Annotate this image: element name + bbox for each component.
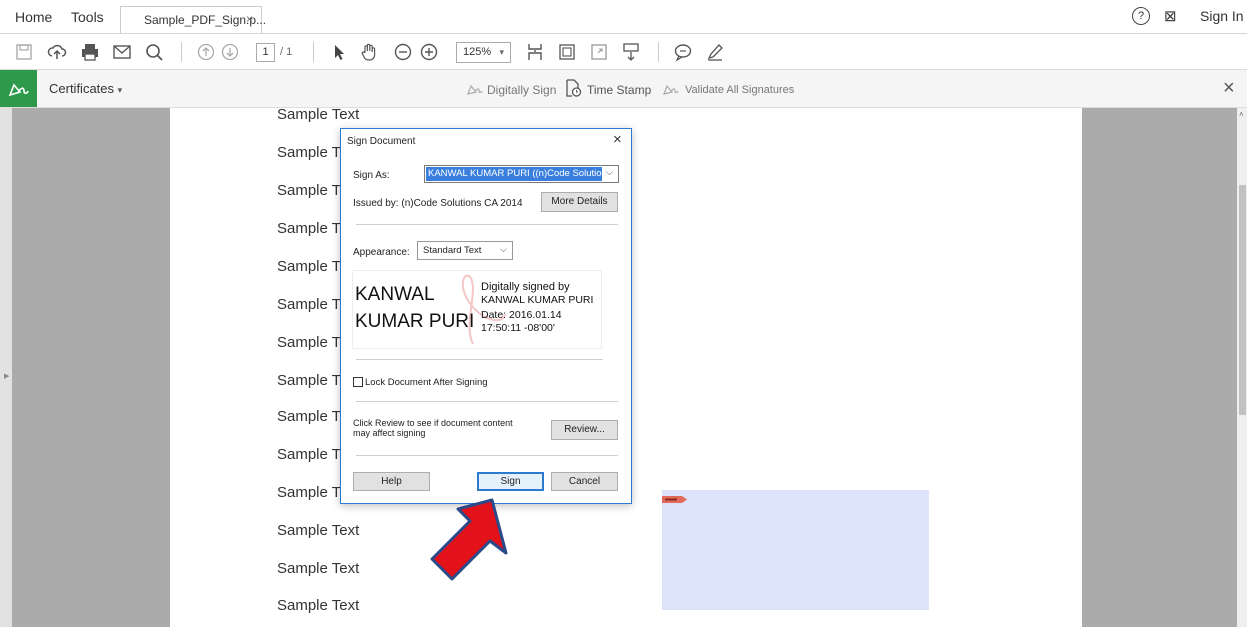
sign-button[interactable]: Sign xyxy=(477,472,544,491)
dialog-title: Sign Document xyxy=(347,136,416,147)
digital-sign-icon[interactable] xyxy=(466,79,484,97)
toolbar-divider xyxy=(181,42,182,62)
mobile-link-icon[interactable]: ⊠ xyxy=(1164,7,1177,25)
save-icon[interactable] xyxy=(13,41,35,63)
scroll-mode-icon[interactable] xyxy=(620,41,642,63)
sample-text-line: Sample T xyxy=(277,182,341,199)
sample-text-line: Sample Text xyxy=(277,522,360,539)
home-tab[interactable]: Home xyxy=(15,9,52,25)
sign-in-link[interactable]: Sign In xyxy=(1200,8,1244,24)
select-cursor-icon[interactable] xyxy=(328,41,350,63)
chevron-down-icon: ▾ xyxy=(499,47,504,57)
divider xyxy=(356,455,618,456)
page-view-icon[interactable] xyxy=(556,41,578,63)
sample-text-line: Sample T xyxy=(277,258,341,275)
digitally-sign-button[interactable]: Digitally Sign xyxy=(487,83,556,97)
preview-name-line2: KUMAR PURI xyxy=(355,311,475,332)
sample-text-line: Sample T xyxy=(277,296,341,313)
divider xyxy=(356,401,618,402)
dialog-close-icon[interactable]: × xyxy=(613,131,622,148)
next-page-icon[interactable] xyxy=(219,41,241,63)
cancel-button[interactable]: Cancel xyxy=(551,472,618,491)
preview-detail-4: 17:50:11 -08'00' xyxy=(481,322,555,334)
review-button[interactable]: Review... xyxy=(551,420,618,440)
chevron-down-icon: ⌵ xyxy=(500,244,507,254)
close-certificates-icon[interactable]: × xyxy=(1223,77,1235,100)
zoom-out-icon[interactable] xyxy=(392,41,414,63)
email-icon[interactable] xyxy=(111,41,133,63)
issued-by-text: Issued by: (n)Code Solutions CA 2014 xyxy=(353,198,523,209)
help-icon[interactable]: ? xyxy=(1132,7,1150,25)
time-stamp-icon[interactable] xyxy=(564,78,582,98)
appearance-dropdown[interactable]: Standard Text ⌵ xyxy=(417,241,513,260)
certificates-label: Certificates xyxy=(49,81,115,96)
zoom-value: 125% xyxy=(463,46,492,58)
sample-text-line: Sample T xyxy=(277,408,341,425)
prev-page-icon[interactable] xyxy=(195,41,217,63)
appearance-value: Standard Text xyxy=(423,245,482,256)
red-pointer-arrow xyxy=(420,495,510,585)
search-icon[interactable] xyxy=(143,41,165,63)
page-total: / 1 xyxy=(280,46,293,58)
help-button[interactable]: Help xyxy=(353,472,430,491)
review-info-line1: Click Review to see if document content xyxy=(353,418,513,428)
zoom-in-icon[interactable] xyxy=(418,41,440,63)
lock-document-label: Lock Document After Signing xyxy=(365,377,488,388)
preview-name-line1: KANWAL xyxy=(355,284,435,305)
sign-as-dropdown[interactable]: KANWAL KUMAR PURI ((n)Code Solutions ⌵ xyxy=(424,165,619,183)
tools-tab[interactable]: Tools xyxy=(71,9,104,25)
sample-text-line: Sample Text xyxy=(277,560,360,577)
left-gutter xyxy=(0,108,170,627)
time-stamp-button[interactable]: Time Stamp xyxy=(587,83,651,97)
sign-document-dialog: Sign Document × Sign As: KANWAL KUMAR PU… xyxy=(340,128,632,504)
right-gutter xyxy=(1082,108,1247,627)
close-tab-icon[interactable]: × xyxy=(246,12,253,26)
chevron-down-icon: ⌵ xyxy=(606,167,613,177)
print-icon[interactable] xyxy=(79,41,101,63)
expand-panel-icon[interactable]: ▶ xyxy=(4,372,9,380)
certificates-menu[interactable]: Certificates ▾ xyxy=(49,81,122,96)
validate-signatures-icon[interactable] xyxy=(662,79,682,97)
sample-text-line: Sample Text xyxy=(277,597,360,614)
page-number-input[interactable]: 1 xyxy=(256,43,275,62)
preview-detail-2: KANWAL KUMAR PURI xyxy=(481,294,594,306)
scrollbar-thumb[interactable] xyxy=(1239,185,1246,415)
signature-field-area[interactable] xyxy=(662,490,929,610)
signature-preview: KANWAL KUMAR PURI Digitally signed by KA… xyxy=(352,270,602,349)
document-tab[interactable]: Sample_PDF_Sign.p... × xyxy=(120,6,266,33)
sample-text-line: Sample T xyxy=(277,144,341,161)
lock-document-checkbox[interactable] xyxy=(353,377,363,387)
left-panel-strip xyxy=(0,108,12,627)
caret-down-icon: ▾ xyxy=(117,85,123,95)
certificates-tool-icon xyxy=(0,70,37,107)
appearance-label: Appearance: xyxy=(353,247,410,258)
sample-text-line: Sample T xyxy=(277,446,341,463)
sign-as-label: Sign As: xyxy=(353,170,390,181)
sample-text-line: Sample T xyxy=(277,220,341,237)
hand-icon[interactable] xyxy=(358,41,380,63)
sample-text-line: Sample T xyxy=(277,334,341,351)
signature-field-tag-icon xyxy=(662,490,687,503)
sample-text-line: Sample T xyxy=(277,484,341,501)
sample-text-line: Sample T xyxy=(277,372,341,389)
more-details-button[interactable]: More Details xyxy=(541,192,618,212)
preview-detail-3: Date: 2016.01.14 xyxy=(481,309,562,321)
sign-as-selected-value: KANWAL KUMAR PURI ((n)Code Solutions xyxy=(426,167,602,181)
scroll-up-icon[interactable]: ˄ xyxy=(1239,110,1244,119)
zoom-dropdown[interactable]: 125% ▾ xyxy=(456,42,511,63)
toolbar-divider xyxy=(658,42,659,62)
divider xyxy=(356,359,603,360)
fit-page-icon[interactable] xyxy=(524,41,546,63)
comment-icon[interactable] xyxy=(672,41,694,63)
validate-all-signatures-button[interactable]: Validate All Signatures xyxy=(685,84,794,96)
pen-icon[interactable] xyxy=(704,41,726,63)
preview-detail-1: Digitally signed by xyxy=(481,281,570,293)
review-info-line2: may affect signing xyxy=(353,428,426,438)
divider xyxy=(356,224,618,225)
toolbar-divider xyxy=(313,42,314,62)
upload-icon[interactable] xyxy=(46,41,68,63)
sample-text-line: Sample Text xyxy=(277,106,360,123)
fullscreen-icon[interactable] xyxy=(588,41,610,63)
